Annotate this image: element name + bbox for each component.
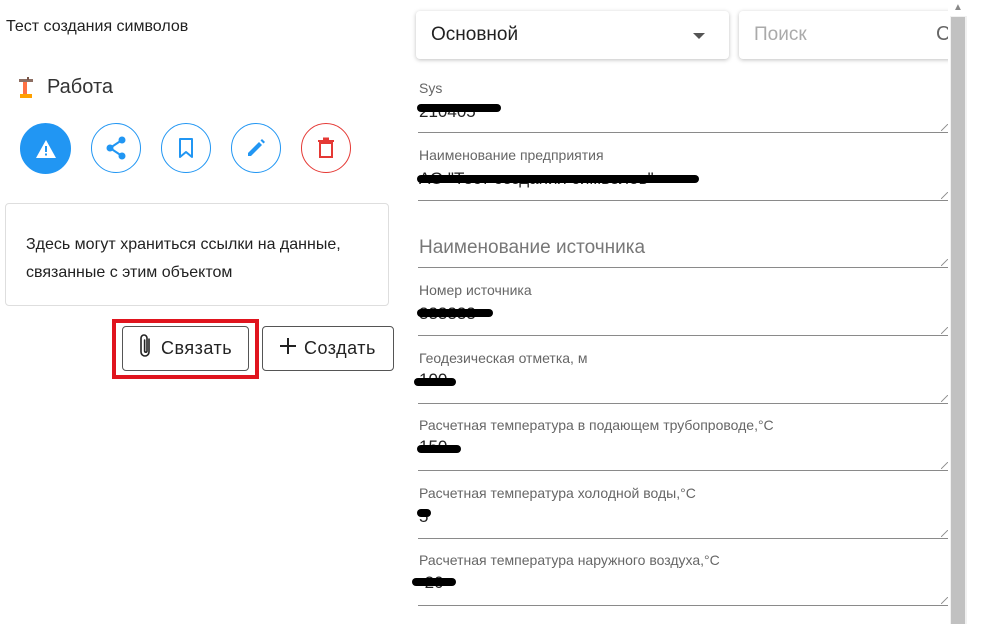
- resize-handle[interactable]: [941, 327, 948, 334]
- field-label: Номер источника: [419, 282, 532, 298]
- properties-panel: Основной C Sys 210405 Наименование предп…: [400, 0, 948, 624]
- chevron-down-icon: [693, 33, 705, 39]
- field-cold-water-temperature[interactable]: Расчетная температура холодной воды,°C 5: [417, 473, 948, 539]
- warning-icon: [35, 139, 57, 159]
- create-button[interactable]: Создать: [262, 326, 394, 371]
- field-sys[interactable]: Sys 210405: [417, 68, 948, 133]
- redaction-mark: [414, 378, 456, 386]
- create-button-label: Создать: [304, 338, 376, 358]
- app-title: Тест создания символов: [6, 18, 189, 35]
- field-geodetic-mark[interactable]: Геодезическая отметка, м 100: [414, 338, 948, 404]
- field-enterprise-name[interactable]: Наименование предприятия АО "Тест создан…: [417, 135, 948, 201]
- redaction-mark: [417, 309, 493, 317]
- resize-handle[interactable]: [941, 395, 948, 402]
- pencil-icon: [245, 137, 267, 159]
- field-outdoor-temperature[interactable]: Расчетная температура наружного воздуха,…: [412, 540, 948, 606]
- resize-handle[interactable]: [941, 597, 948, 604]
- redaction-mark: [417, 509, 431, 517]
- left-panel: Тест создания символов Работа Здесь могу…: [0, 0, 400, 624]
- scroll-up-arrow-icon[interactable]: ▲: [953, 2, 963, 13]
- field-label: Расчетная температура холодной воды,°C: [419, 485, 696, 501]
- field-supply-temperature[interactable]: Расчетная температура в подающем трубопр…: [417, 405, 948, 471]
- link-button-label: Связать: [161, 338, 233, 358]
- resize-handle[interactable]: [941, 259, 948, 266]
- vertical-scrollbar[interactable]: ▲: [948, 0, 981, 624]
- field-source-number[interactable]: Номер источника 333333: [417, 270, 948, 336]
- mode-select[interactable]: Основной: [416, 11, 729, 59]
- object-actions: [20, 123, 371, 174]
- field-label: Наименование источника: [419, 237, 646, 258]
- share-icon: [105, 136, 127, 160]
- redaction-mark: [417, 175, 699, 183]
- trash-icon: [317, 137, 335, 159]
- object-header: Работа: [18, 76, 113, 99]
- resize-handle[interactable]: [941, 124, 948, 131]
- bookmark-button[interactable]: [161, 123, 211, 173]
- share-button[interactable]: [91, 123, 141, 173]
- warning-button[interactable]: [20, 123, 71, 174]
- paperclip-icon: [137, 333, 161, 364]
- edit-button[interactable]: [231, 123, 281, 173]
- resize-handle[interactable]: [941, 462, 948, 469]
- field-label: Геодезическая отметка, м: [419, 350, 588, 366]
- redaction-mark: [417, 445, 461, 453]
- plus-icon: [278, 336, 304, 361]
- links-info-card: Здесь могут храниться ссылки на данные, …: [5, 203, 389, 306]
- redaction-mark: [412, 578, 456, 586]
- field-label: Наименование предприятия: [419, 147, 604, 163]
- object-name: Работа: [47, 76, 113, 98]
- resize-handle[interactable]: [941, 192, 948, 199]
- links-info-text: Здесь могут храниться ссылки на данные, …: [26, 236, 341, 281]
- field-label: Sys: [419, 80, 443, 96]
- mode-select-value: Основной: [431, 24, 519, 45]
- field-label: Расчетная температура в подающем трубопр…: [419, 417, 774, 433]
- resize-handle[interactable]: [941, 530, 948, 537]
- field-label: Расчетная температура наружного воздуха,…: [419, 552, 720, 568]
- bookmark-icon: [178, 137, 194, 159]
- field-source-name[interactable]: Наименование источника: [418, 203, 948, 268]
- search-box[interactable]: C: [739, 11, 948, 59]
- search-icon[interactable]: C: [936, 23, 948, 46]
- search-input[interactable]: [754, 24, 934, 46]
- redaction-mark: [417, 104, 501, 112]
- crane-icon: [18, 76, 34, 99]
- delete-button[interactable]: [301, 123, 351, 173]
- scroll-thumb[interactable]: [951, 17, 965, 624]
- link-button[interactable]: Связать: [122, 326, 249, 371]
